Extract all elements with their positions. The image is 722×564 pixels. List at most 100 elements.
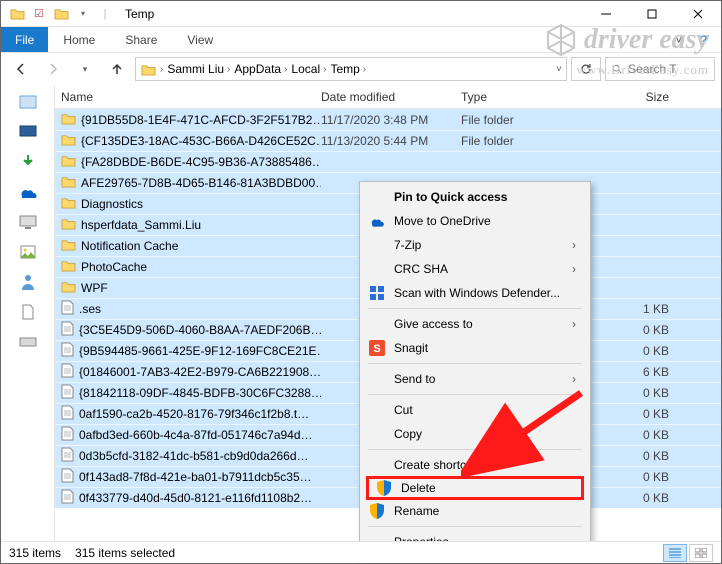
nav-documents-icon[interactable] <box>17 301 39 323</box>
menu-item-give-access-to[interactable]: Give access to› <box>362 312 588 336</box>
file-name: Notification Cache <box>81 239 178 253</box>
col-date[interactable]: Date modified <box>321 90 461 104</box>
menu-item-label: CRC SHA <box>394 262 564 276</box>
file-name: 0d3b5cfd-3182-41dc-b581-cb9d0da266d… <box>79 449 309 463</box>
file-icon <box>61 405 74 423</box>
file-tab[interactable]: File <box>1 27 48 52</box>
snagit-icon: S <box>368 339 386 357</box>
nav-onedrive-icon[interactable] <box>17 181 39 203</box>
up-button[interactable] <box>103 57 131 81</box>
file-row[interactable]: {CF135DE3-18AC-453C-B66A-D426CE52C…11/13… <box>55 130 721 151</box>
file-size: 0 KB <box>611 323 681 337</box>
menu-item-snagit[interactable]: SSnagit <box>362 336 588 360</box>
menu-item-7-zip[interactable]: 7-Zip › <box>362 233 588 257</box>
folder-icon <box>61 217 76 233</box>
folder-icon <box>61 175 76 191</box>
recent-dropdown[interactable]: ▾ <box>71 57 99 81</box>
qat-folder-icon[interactable] <box>53 6 69 22</box>
qat-save-icon[interactable]: ☑ <box>31 6 47 22</box>
file-name: {3C5E45D9-506D-4060-B8AA-7AEDF206B… <box>79 323 321 337</box>
nav-quick-access-icon[interactable] <box>17 91 39 113</box>
view-large-button[interactable] <box>689 544 713 562</box>
file-row[interactable]: {FA28DBDE-B6DE-4C95-9B36-A73885486… <box>55 151 721 172</box>
crumb-3[interactable]: Temp› <box>330 62 366 76</box>
menu-separator <box>368 526 582 527</box>
file-name: {9B594485-9661-425E-9F12-169FC8CE21E… <box>79 344 321 358</box>
chevron-right-icon: › <box>572 317 576 331</box>
col-name[interactable]: Name <box>61 90 321 104</box>
file-icon <box>61 426 74 444</box>
tab-share[interactable]: Share <box>110 27 172 52</box>
menu-item-copy[interactable]: Copy <box>362 422 588 446</box>
file-date: 11/17/2020 3:48 PM <box>321 113 461 127</box>
back-button[interactable] <box>7 57 35 81</box>
search-input[interactable] <box>626 61 708 77</box>
menu-item-label: 7-Zip <box>394 238 564 252</box>
file-size: 0 KB <box>611 386 681 400</box>
file-icon <box>61 363 74 381</box>
col-size[interactable]: Size <box>611 90 681 104</box>
ribbon-expand-icon[interactable]: ˅ <box>675 33 682 47</box>
menu-item-rename[interactable]: Rename <box>362 499 588 523</box>
crumb-0[interactable]: Sammi Liu› <box>167 62 230 76</box>
menu-item-create-shortcut[interactable]: Create shortcut <box>362 453 588 477</box>
nav-thispc-icon[interactable] <box>17 211 39 233</box>
nav-desktop-icon[interactable] <box>17 121 39 143</box>
menu-item-crc-sha[interactable]: CRC SHA› <box>362 257 588 281</box>
file-name: {91DB55D8-1E4F-471C-AFCD-3F2F517B2… <box>81 113 321 127</box>
folder-icon <box>61 112 76 128</box>
svg-text:S: S <box>373 343 380 355</box>
chevron-right-icon: › <box>572 238 576 252</box>
ribbon-help-icon[interactable]: ? <box>700 33 707 47</box>
refresh-button[interactable] <box>571 57 601 81</box>
crumb-2[interactable]: Local› <box>291 62 326 76</box>
file-row[interactable]: {91DB55D8-1E4F-471C-AFCD-3F2F517B2…11/17… <box>55 109 721 130</box>
breadcrumb[interactable]: › Sammi Liu› AppData› Local› Temp› ˅ <box>135 57 567 81</box>
nav-downloads-icon[interactable] <box>17 151 39 173</box>
app-icon <box>9 6 25 22</box>
file-icon <box>61 384 74 402</box>
blank-icon <box>368 370 386 388</box>
nav-pictures-icon[interactable] <box>17 241 39 263</box>
menu-item-scan-with-windows-defender[interactable]: Scan with Windows Defender... <box>362 281 588 305</box>
forward-button[interactable] <box>39 57 67 81</box>
menu-item-pin-to-quick-access[interactable]: Pin to Quick access <box>362 185 588 209</box>
file-icon <box>61 447 74 465</box>
close-button[interactable] <box>675 1 721 27</box>
file-type: File folder <box>461 113 611 127</box>
shield-icon <box>375 479 393 497</box>
menu-item-label: Create shortcut <box>394 458 576 472</box>
cloud-icon <box>368 212 386 230</box>
nav-person-icon[interactable] <box>17 271 39 293</box>
menu-item-label: Rename <box>394 504 576 518</box>
tab-view[interactable]: View <box>172 27 228 52</box>
window-title: Temp <box>125 7 154 21</box>
chevron-right-icon: › <box>160 64 163 75</box>
address-dropdown-icon[interactable]: ˅ <box>556 64 562 75</box>
menu-item-delete[interactable]: Delete <box>366 476 584 500</box>
menu-item-send-to[interactable]: Send to› <box>362 367 588 391</box>
menu-item-move-to-onedrive[interactable]: Move to OneDrive <box>362 209 588 233</box>
status-items: 315 items <box>9 546 61 560</box>
file-name: Diagnostics <box>81 197 143 211</box>
view-details-button[interactable] <box>663 544 687 562</box>
ribbon: File Home Share View ˅ ? <box>1 27 721 53</box>
blank-icon <box>368 260 386 278</box>
blank-icon <box>368 315 386 333</box>
maximize-button[interactable] <box>629 1 675 27</box>
status-bar: 315 items 315 items selected <box>1 541 721 563</box>
search-box[interactable] <box>605 57 715 81</box>
col-type[interactable]: Type <box>461 90 611 104</box>
search-icon <box>612 63 622 75</box>
menu-item-cut[interactable]: Cut <box>362 398 588 422</box>
file-size: 0 KB <box>611 428 681 442</box>
nav-disk-icon[interactable] <box>17 331 39 353</box>
menu-item-label: Copy <box>394 427 576 441</box>
file-icon <box>61 342 74 360</box>
folder-icon <box>61 238 76 254</box>
menu-separator <box>368 363 582 364</box>
crumb-1[interactable]: AppData› <box>234 62 287 76</box>
qat-dropdown-icon[interactable]: ▾ <box>75 6 91 22</box>
minimize-button[interactable] <box>583 1 629 27</box>
tab-home[interactable]: Home <box>48 27 110 52</box>
